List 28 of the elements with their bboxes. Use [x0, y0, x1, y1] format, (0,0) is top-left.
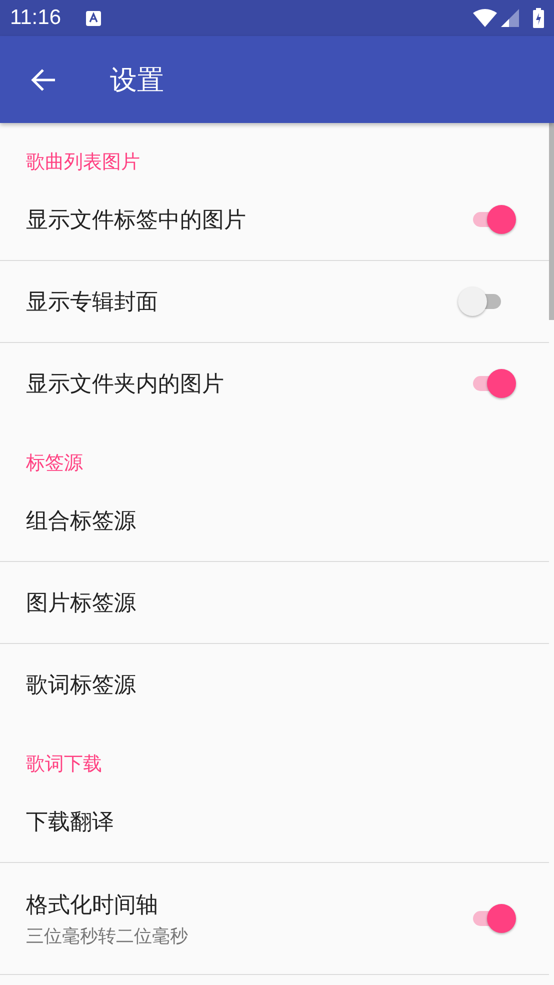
status-time: 11:16	[10, 6, 61, 30]
settings-item[interactable]: 格式化时间轴 三位毫秒转二位毫秒	[0, 863, 549, 975]
setting-label: 显示专辑封面	[26, 288, 159, 316]
battery-icon	[533, 8, 544, 28]
settings-item[interactable]: 显示文件标签中的图片	[0, 179, 549, 261]
setting-label: 显示文件标签中的图片	[26, 206, 247, 234]
setting-label: 下载翻译	[26, 808, 115, 836]
signal-icon	[501, 9, 519, 27]
setting-label: 显示文件夹内的图片	[26, 370, 225, 398]
settings-item[interactable]: 歌词标签源	[0, 644, 549, 725]
settings-item[interactable]: 下载翻译	[0, 781, 549, 863]
setting-label: 歌词标签源	[26, 672, 137, 700]
setting-label: 格式化时间轴	[26, 892, 159, 920]
setting-summary: 三位毫秒转二位毫秒	[26, 924, 189, 948]
settings-item[interactable]: 组合标签源	[0, 480, 549, 562]
setting-label: 图片标签源	[26, 590, 137, 618]
settings-item[interactable]: 显示专辑封面	[0, 261, 549, 343]
window-title: 设置	[110, 64, 164, 98]
settings-item[interactable]: 图片标签源	[0, 562, 549, 644]
section-title: 歌曲列表图片	[26, 150, 140, 175]
back-arrow-icon	[31, 68, 57, 92]
section-title: 歌词下载	[26, 752, 102, 777]
wifi-icon	[473, 9, 497, 27]
scrollbar[interactable]	[549, 123, 554, 320]
keyboard-icon	[86, 10, 101, 26]
setting-label: 组合标签源	[26, 508, 137, 536]
section-title: 标签源	[26, 451, 83, 476]
settings-item[interactable]: 显示文件夹内的图片	[0, 343, 549, 424]
